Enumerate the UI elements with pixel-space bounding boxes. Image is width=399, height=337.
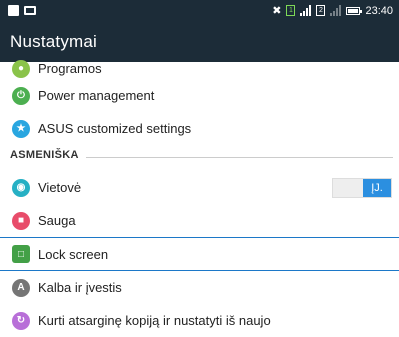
settings-item-kalba[interactable]: A Kalba ir įvestis (0, 271, 399, 304)
settings-item-backup[interactable]: ↻ Kurti atsarginę kopiją ir nustatyti iš… (0, 304, 399, 337)
settings-item-label: Programos (38, 61, 102, 76)
message-icon (24, 6, 36, 15)
settings-item-label: Kurti atsarginę kopiją ir nustatyti iš n… (38, 313, 271, 328)
language-icon: A (12, 278, 30, 297)
section-header: ASMENIŠKA (10, 149, 79, 161)
location-icon: ◉ (12, 178, 30, 197)
settings-item-vietove[interactable]: ◉ Vietovė ĮJ. (0, 171, 399, 204)
mute-icon: ✖ (272, 5, 282, 17)
settings-item-label: Lock screen (38, 246, 109, 262)
signal-2-icon (330, 5, 342, 16)
settings-item-label: ASUS customized settings (38, 121, 192, 136)
battery-icon (346, 6, 363, 15)
toggle-on-label: ĮJ. (363, 179, 391, 197)
status-bar: ✖ 1 2 23:40 (0, 0, 399, 24)
section-divider (86, 157, 393, 158)
settings-item-label: Sauga (38, 213, 76, 228)
lock-icon: ■ (12, 211, 30, 230)
sim-1-icon: 1 (286, 5, 296, 16)
settings-item-power-management[interactable]: ⏻ Power management (0, 79, 399, 112)
settings-item-lock-screen[interactable]: □ Lock screen (0, 237, 399, 271)
location-toggle[interactable]: ĮJ. (332, 178, 392, 198)
power-icon: ⏻ (12, 86, 30, 105)
clock: 23:40 (365, 4, 393, 17)
asus-icon: ★ (12, 119, 30, 138)
settings-item-label: Power management (38, 88, 155, 103)
apps-icon: ● (12, 59, 30, 78)
notification-icon (8, 5, 19, 16)
signal-icon (300, 5, 312, 16)
settings-item-sauga[interactable]: ■ Sauga (0, 204, 399, 237)
lock-screen-icon: □ (12, 245, 30, 263)
backup-icon: ↻ (12, 311, 30, 330)
page-title: Nustatymai (10, 32, 98, 51)
settings-item-label: Vietovė (38, 180, 82, 195)
sim-2-icon: 2 (316, 5, 326, 16)
settings-item-label: Kalba ir įvestis (38, 280, 122, 295)
settings-item-asus-customized[interactable]: ★ ASUS customized settings (0, 112, 399, 145)
